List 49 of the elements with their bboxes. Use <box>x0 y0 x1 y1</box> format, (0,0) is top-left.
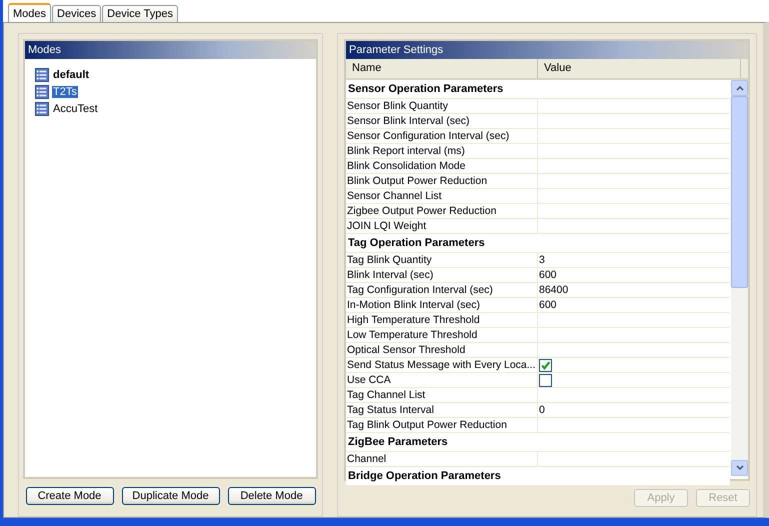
scroll-down-icon[interactable] <box>731 460 748 476</box>
parameter-name: Tag Channel List <box>346 388 538 402</box>
mode-item[interactable]: AccuTest <box>52 103 99 115</box>
parameter-name: Sensor Channel List <box>346 189 538 203</box>
scrollbar-thumb[interactable] <box>731 96 748 288</box>
parameter-name: Send Status Message with Every Loca... <box>346 358 538 372</box>
parameter-name: High Temperature Threshold <box>346 313 538 327</box>
panel-header: Parameter Settings <box>346 41 748 59</box>
parameter-value: 86400 <box>539 283 568 297</box>
parameter-name: Optical Sensor Threshold <box>346 343 538 357</box>
parameter-name: In-Motion Blink Interval (sec) <box>346 298 538 312</box>
parameter-name: JOIN LQI Weight <box>346 219 538 233</box>
parameter-value: 0 <box>539 403 545 417</box>
scrollbar[interactable] <box>731 80 748 476</box>
parameter-value: 3 <box>539 253 545 267</box>
column-header[interactable]: Name <box>346 59 538 78</box>
mode-button[interactable]: Create Mode <box>26 487 114 505</box>
list-icon <box>35 102 49 116</box>
parameter-value: 600 <box>539 298 557 312</box>
parameter-name: Tag Status Interval <box>346 403 538 417</box>
parameter-name: Tag Blink Output Power Reduction <box>346 418 538 432</box>
parameter-name: Sensor Configuration Interval (sec) <box>346 129 538 143</box>
parameter-name: Zigbee Output Power Reduction <box>346 204 538 218</box>
parameter-name: Sensor Blink Interval (sec) <box>346 114 538 128</box>
list-icon <box>35 85 49 99</box>
tab[interactable]: Devices <box>52 5 102 22</box>
checkbox[interactable] <box>539 358 552 372</box>
parameter-name: Tag Configuration Interval (sec) <box>346 283 538 297</box>
parameter-name: Sensor Blink Quantity <box>346 99 538 113</box>
parameter-name: Blink Consolidation Mode <box>346 159 538 173</box>
checkbox[interactable] <box>539 374 552 386</box>
column-header[interactable]: Value <box>538 59 741 78</box>
mode-button[interactable]: Delete Mode <box>228 487 316 505</box>
parameter-name: Blink Report interval (ms) <box>346 144 538 158</box>
tab[interactable]: Modes <box>8 3 52 22</box>
tab[interactable]: Device Types <box>102 5 178 22</box>
parameter-name: Blink Output Power Reduction <box>346 174 538 188</box>
mode-button[interactable]: Duplicate Mode <box>122 487 220 505</box>
mode-item[interactable]: default <box>52 69 90 81</box>
parameter-value: 600 <box>539 268 557 282</box>
panel-header: Modes <box>25 41 316 59</box>
parameter-name: Use CCA <box>346 373 538 387</box>
parameter-name: Blink Interval (sec) <box>346 268 538 282</box>
mode-item[interactable]: T2Ts <box>52 86 78 98</box>
parameter-name: Tag Blink Quantity <box>346 253 538 267</box>
scroll-up-icon[interactable] <box>731 80 748 96</box>
list-icon <box>35 68 49 82</box>
parameter-name: Low Temperature Threshold <box>346 328 538 342</box>
parameter-name: Channel <box>346 452 538 466</box>
